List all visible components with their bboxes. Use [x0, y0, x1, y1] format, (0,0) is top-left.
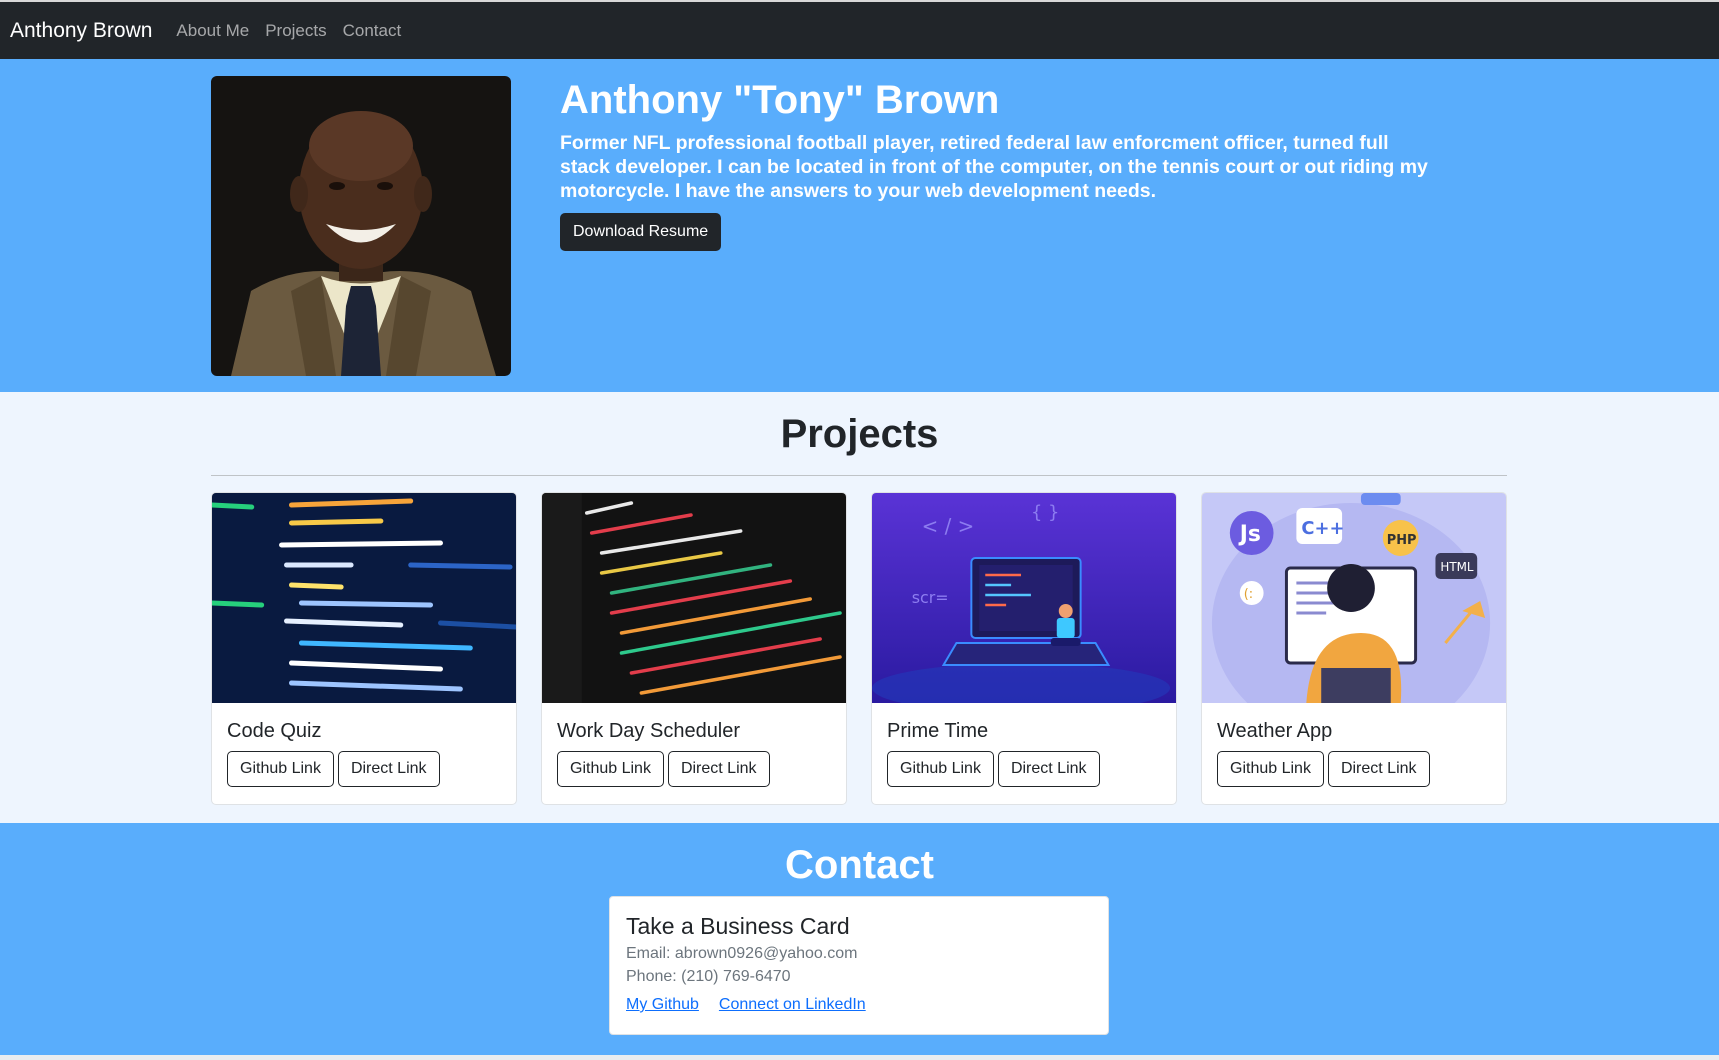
contact-phone: Phone: (210) 769-6470	[626, 968, 791, 985]
nav-link-about-me[interactable]: About Me	[176, 21, 249, 41]
profile-photo	[211, 76, 511, 376]
project-image: < / > { } scr=	[872, 493, 1176, 703]
project-image: Js C++ PHP HTML (:	[1202, 493, 1506, 703]
nav-link-projects[interactable]: Projects	[265, 21, 326, 41]
project-title: Work Day Scheduler	[557, 720, 741, 742]
project-title: Weather App	[1217, 720, 1333, 742]
svg-text:PHP: PHP	[1387, 533, 1417, 548]
contact-title: Contact	[785, 843, 934, 887]
project-card-code-quiz: Code Quiz Github Link Direct Link	[211, 492, 517, 805]
business-card: Take a Business Card Email: abrown0926@y…	[609, 896, 1109, 1035]
svg-text:HTML: HTML	[1440, 560, 1473, 574]
github-link-button[interactable]: Github Link	[227, 751, 334, 787]
contact-links: My Github Connect on LinkedIn	[626, 996, 1092, 1014]
svg-text:< / >: < / >	[922, 515, 975, 538]
contact-email: Email: abrown0926@yahoo.com	[626, 945, 858, 962]
contact-section: Contact Take a Business Card Email: abro…	[0, 823, 1719, 1055]
github-link-button[interactable]: Github Link	[1217, 751, 1324, 787]
svg-text:{ }: { }	[1031, 502, 1059, 523]
project-buttons: Github Link Direct Link	[227, 751, 440, 787]
direct-link-button[interactable]: Direct Link	[1327, 751, 1430, 787]
svg-text:scr=: scr=	[912, 588, 949, 607]
project-card-weather-app: Js C++ PHP HTML (: Weather App Github Li…	[1201, 492, 1507, 805]
business-card-title: Take a Business Card	[626, 913, 850, 939]
linkedin-profile-link[interactable]: Connect on LinkedIn	[719, 996, 866, 1014]
svg-text:Js: Js	[1238, 522, 1261, 547]
github-profile-link[interactable]: My Github	[626, 996, 699, 1014]
project-buttons: Github Link Direct Link	[1217, 751, 1430, 787]
project-image	[542, 493, 846, 703]
about-section: Anthony "Tony" Brown Former NFL professi…	[0, 59, 1719, 392]
direct-link-button[interactable]: Direct Link	[667, 751, 770, 787]
navbar: Anthony Brown About Me Projects Contact	[0, 0, 1719, 59]
navbar-brand[interactable]: Anthony Brown	[10, 19, 152, 43]
project-image	[212, 493, 516, 703]
project-title: Code Quiz	[227, 720, 322, 742]
download-resume-button[interactable]: Download Resume	[560, 213, 722, 251]
direct-link-button[interactable]: Direct Link	[337, 751, 440, 787]
page: Anthony Brown About Me Projects Contact	[0, 0, 1719, 1060]
project-buttons: Github Link Direct Link	[557, 751, 770, 787]
nav-link-contact[interactable]: Contact	[343, 21, 402, 41]
svg-text:C++: C++	[1301, 518, 1344, 539]
project-card-work-day-scheduler: Work Day Scheduler Github Link Direct Li…	[541, 492, 847, 805]
project-card-prime-time: < / > { } scr= Prime Time Github Link Di…	[871, 492, 1177, 805]
direct-link-button[interactable]: Direct Link	[997, 751, 1100, 787]
github-link-button[interactable]: Github Link	[887, 751, 994, 787]
projects-title: Projects	[780, 412, 939, 456]
divider	[211, 475, 1507, 476]
project-title: Prime Time	[887, 720, 989, 742]
page-bottom-edge	[0, 1055, 1719, 1060]
svg-text:(:: (:	[1244, 587, 1253, 602]
hero-title: Anthony "Tony" Brown	[560, 78, 1000, 122]
projects-section: Projects Code Quiz Github Link Direct Li…	[0, 392, 1719, 823]
hero-text: Anthony "Tony" Brown Former NFL professi…	[560, 77, 1440, 251]
github-link-button[interactable]: Github Link	[557, 751, 664, 787]
project-buttons: Github Link Direct Link	[887, 751, 1100, 787]
hero-bio: Former NFL professional football player,…	[560, 132, 1428, 202]
